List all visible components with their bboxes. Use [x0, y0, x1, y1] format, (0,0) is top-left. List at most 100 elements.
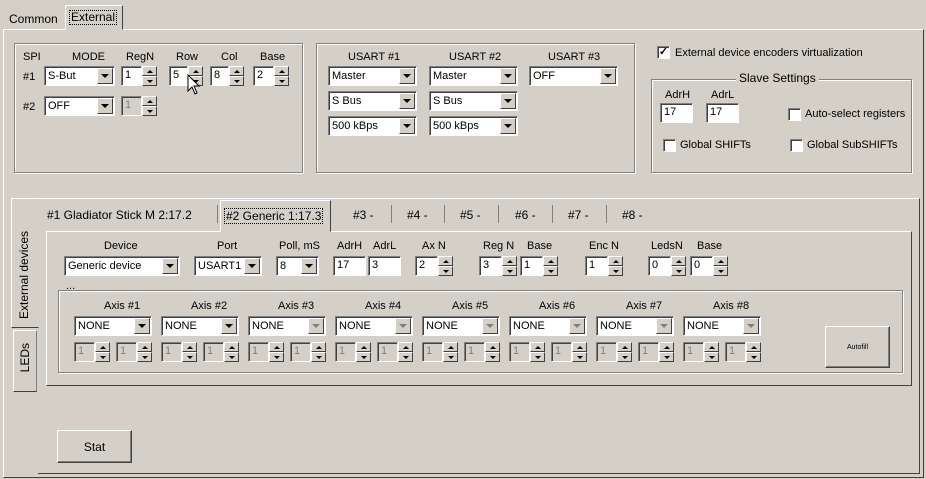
chevron-down-icon[interactable]: [395, 318, 411, 334]
spin-up-icon[interactable]: [443, 342, 458, 352]
global-subshifts-checkbox[interactable]: [790, 139, 803, 152]
chevron-down-icon[interactable]: [500, 118, 516, 134]
slave-adrh-input[interactable]: 17: [660, 103, 693, 123]
spin-down-icon[interactable]: [224, 352, 239, 362]
chevron-down-icon[interactable]: [399, 68, 415, 84]
spin-down-icon[interactable]: [274, 76, 289, 86]
spin-up-icon[interactable]: [398, 342, 413, 352]
spin-up-icon[interactable]: [746, 342, 761, 352]
axis-7-select[interactable]: NONE: [596, 316, 674, 336]
adrl-input[interactable]: 3: [368, 256, 401, 276]
spin-down-icon[interactable]: [443, 352, 458, 362]
axn-spinner[interactable]: 2: [415, 256, 453, 276]
spin-down-icon[interactable]: [311, 352, 326, 362]
base-spinner[interactable]: 1: [520, 256, 558, 276]
axis-4-spinner-a[interactable]: 1: [335, 342, 371, 362]
usart2-mode-select[interactable]: Master: [429, 66, 518, 86]
usart1-mode-select[interactable]: Master: [328, 66, 417, 86]
spin-down-icon[interactable]: [438, 266, 453, 276]
spi1-base-spinner[interactable]: 2: [253, 66, 289, 86]
spin-down-icon[interactable]: [671, 266, 686, 276]
spin-down-icon[interactable]: [398, 352, 413, 362]
stat-button[interactable]: Stat: [57, 430, 132, 463]
spin-up-icon[interactable]: [543, 256, 558, 266]
spin-up-icon[interactable]: [229, 66, 244, 76]
tab-common[interactable]: Common: [6, 10, 61, 28]
spin-up-icon[interactable]: [311, 342, 326, 352]
spin-down-icon[interactable]: [704, 352, 719, 362]
encn-spinner[interactable]: 1: [585, 256, 623, 276]
chevron-down-icon[interactable]: [162, 258, 178, 274]
spin-up-icon[interactable]: [274, 66, 289, 76]
spin-down-icon[interactable]: [530, 352, 545, 362]
spin-down-icon[interactable]: [572, 352, 587, 362]
axis-3-select[interactable]: NONE: [248, 316, 326, 336]
spin-down-icon[interactable]: [356, 352, 371, 362]
spin-up-icon[interactable]: [137, 342, 152, 352]
spin-up-icon[interactable]: [502, 256, 517, 266]
axis-2-select[interactable]: NONE: [161, 316, 239, 336]
spin-up-icon[interactable]: [671, 256, 686, 266]
device-tab-2[interactable]: #2 Generic 1:17.3: [220, 200, 331, 232]
chevron-down-icon[interactable]: [97, 98, 113, 114]
device-tab-7[interactable]: #7 -: [565, 206, 592, 224]
spin-down-icon[interactable]: [543, 266, 558, 276]
spin-up-icon[interactable]: [182, 342, 197, 352]
axis-8-select[interactable]: NONE: [683, 316, 761, 336]
axis-7-spinner-b[interactable]: 1: [638, 342, 674, 362]
axis-1-select[interactable]: NONE: [74, 316, 152, 336]
spin-up-icon[interactable]: [530, 342, 545, 352]
usart1-bus-select[interactable]: S Bus: [328, 91, 417, 111]
spi2-mode-select[interactable]: OFF: [44, 96, 115, 116]
chevron-down-icon[interactable]: [301, 258, 317, 274]
spin-up-icon[interactable]: [142, 96, 157, 106]
spin-down-icon[interactable]: [142, 76, 157, 86]
side-tab-external-devices[interactable]: External devices: [11, 198, 39, 328]
chevron-down-icon[interactable]: [600, 68, 616, 84]
axis-8-spinner-b[interactable]: 1: [725, 342, 761, 362]
spin-up-icon[interactable]: [713, 256, 728, 266]
base2-spinner[interactable]: 0: [690, 256, 728, 276]
spi1-regn-spinner[interactable]: 1: [121, 66, 157, 86]
tab-external[interactable]: External: [65, 5, 123, 30]
usart2-speed-select[interactable]: 500 kBps: [429, 116, 518, 136]
spin-down-icon[interactable]: [269, 352, 284, 362]
spin-up-icon[interactable]: [95, 342, 110, 352]
chevron-down-icon[interactable]: [244, 258, 260, 274]
chevron-down-icon[interactable]: [743, 318, 759, 334]
regn-spinner[interactable]: 3: [479, 256, 517, 276]
axis-7-spinner-a[interactable]: 1: [596, 342, 632, 362]
device-tab-6[interactable]: #6 -: [512, 206, 539, 224]
axis-8-spinner-a[interactable]: 1: [683, 342, 719, 362]
axis-5-spinner-b[interactable]: 1: [464, 342, 500, 362]
spin-down-icon[interactable]: [659, 352, 674, 362]
slave-adrl-input[interactable]: 17: [706, 103, 739, 123]
chevron-down-icon[interactable]: [221, 318, 237, 334]
ledsn-spinner[interactable]: 0: [648, 256, 686, 276]
spin-up-icon[interactable]: [142, 66, 157, 76]
chevron-down-icon[interactable]: [308, 318, 324, 334]
spin-up-icon[interactable]: [704, 342, 719, 352]
spin-up-icon[interactable]: [572, 342, 587, 352]
chevron-down-icon[interactable]: [134, 318, 150, 334]
spin-up-icon[interactable]: [269, 342, 284, 352]
chevron-down-icon[interactable]: [500, 93, 516, 109]
spi1-mode-select[interactable]: S-But: [44, 66, 115, 86]
axis-5-spinner-a[interactable]: 1: [422, 342, 458, 362]
axis-1-spinner-b[interactable]: 1: [116, 342, 152, 362]
spi2-regn-spinner[interactable]: 1: [121, 96, 157, 116]
axis-2-spinner-a[interactable]: 1: [161, 342, 197, 362]
adrh-input[interactable]: 17: [333, 256, 366, 276]
axis-3-spinner-b[interactable]: 1: [290, 342, 326, 362]
usart3-mode-select[interactable]: OFF: [529, 66, 618, 86]
axis-6-spinner-a[interactable]: 1: [509, 342, 545, 362]
port-select[interactable]: USART1: [194, 256, 262, 276]
device-tab-3[interactable]: #3 -: [350, 206, 377, 224]
device-tab-8[interactable]: #8 -: [619, 206, 646, 224]
device-tab-4[interactable]: #4 -: [404, 206, 431, 224]
chevron-down-icon[interactable]: [569, 318, 585, 334]
axis-2-spinner-b[interactable]: 1: [203, 342, 239, 362]
axis-6-select[interactable]: NONE: [509, 316, 587, 336]
chevron-down-icon[interactable]: [399, 118, 415, 134]
spin-down-icon[interactable]: [95, 352, 110, 362]
